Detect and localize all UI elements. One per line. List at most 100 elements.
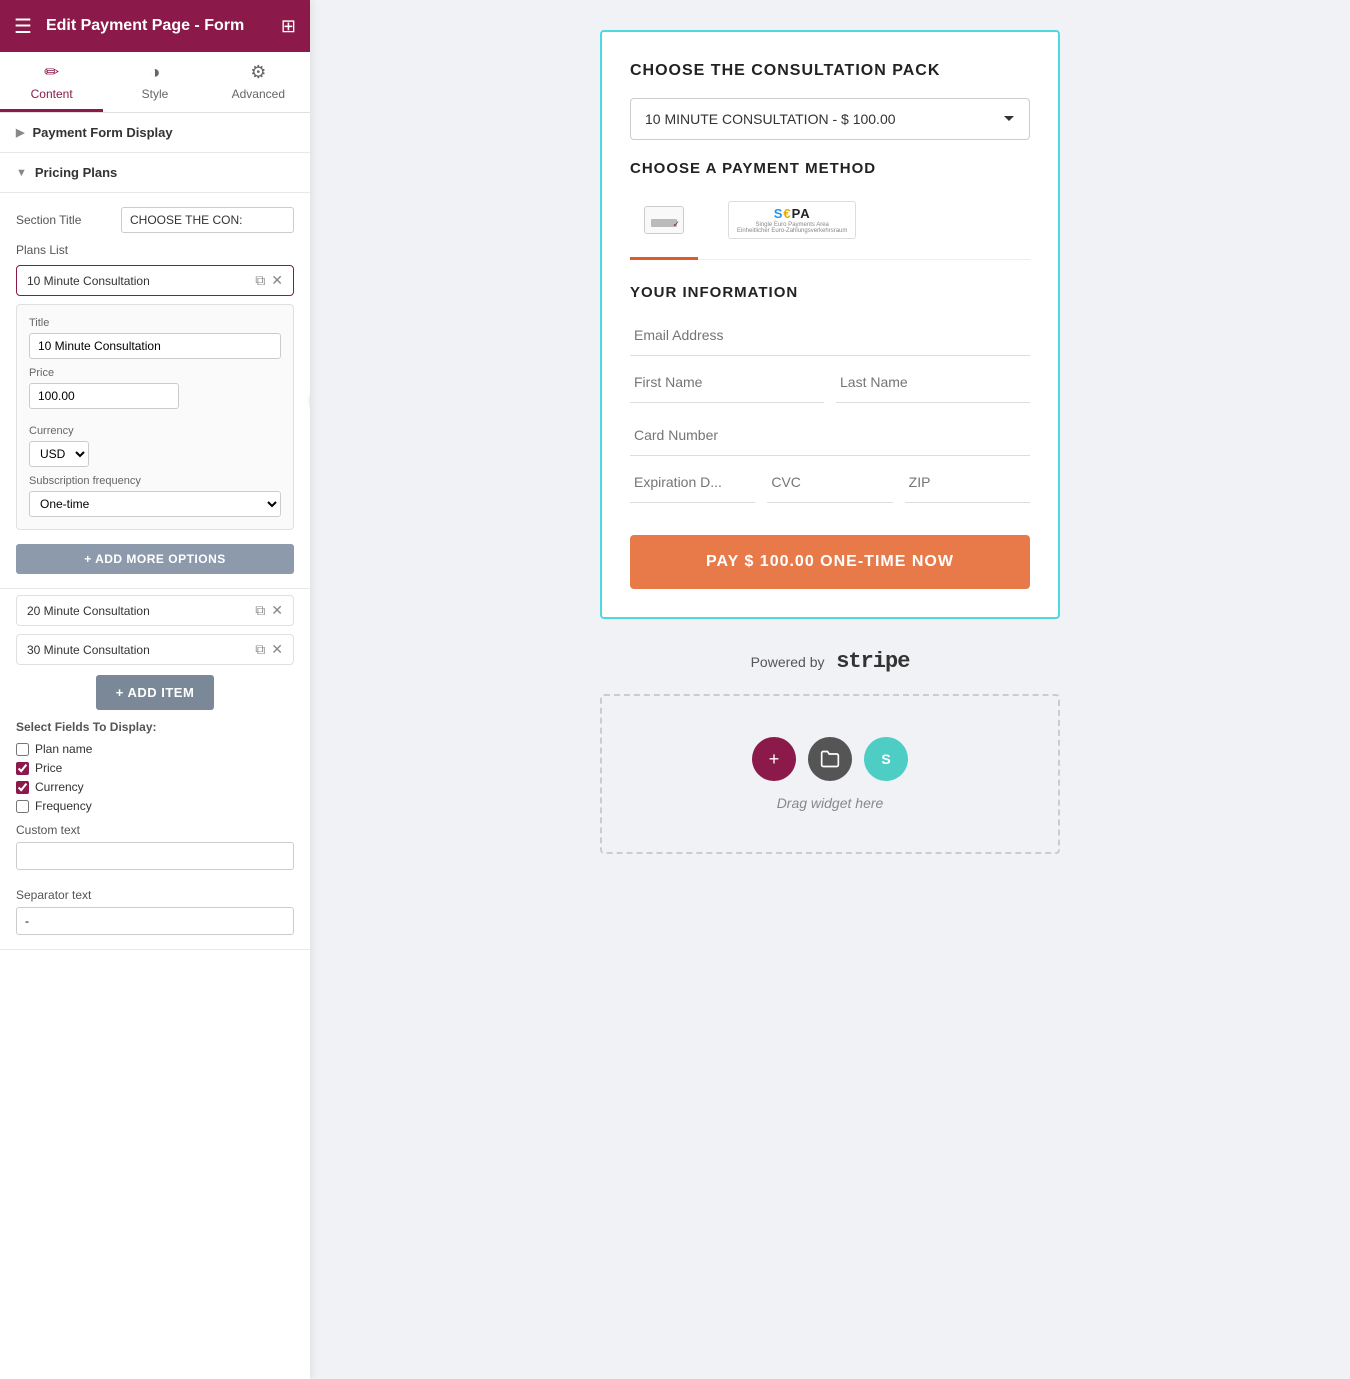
- section-title-input[interactable]: [121, 207, 294, 233]
- payment-method-title: CHOOSE A PAYMENT METHOD: [630, 160, 1030, 177]
- tab-advanced[interactable]: ⚙ Advanced: [207, 52, 310, 112]
- sepa-pa: PA: [792, 206, 811, 221]
- page-title: Edit Payment Page - Form: [46, 17, 267, 35]
- choose-pack-title: CHOOSE THE CONSULTATION PACK: [630, 62, 1030, 80]
- custom-text-input[interactable]: [16, 842, 294, 870]
- drag-text: Drag widget here: [777, 795, 884, 811]
- plan-1-delete-button[interactable]: ✕: [271, 272, 283, 289]
- plan-detail-box: Title Price Currency USD EUR GBP Subscri…: [16, 304, 294, 530]
- hamburger-icon[interactable]: ☰: [14, 14, 32, 39]
- expiry-field[interactable]: [630, 462, 755, 503]
- more-plans-section: 20 Minute Consultation ⧉ ✕ 30 Minute Con…: [0, 589, 310, 950]
- first-name-field[interactable]: [630, 362, 824, 403]
- subscription-select[interactable]: One-time Monthly Yearly: [29, 491, 281, 517]
- consultation-dropdown[interactable]: 10 MINUTE CONSULTATION - $ 100.00: [630, 98, 1030, 140]
- zip-field[interactable]: [905, 462, 1030, 503]
- plan-3-copy-button[interactable]: ⧉: [255, 641, 265, 658]
- plan-2-name: 20 Minute Consultation: [27, 604, 255, 618]
- widget-buttons: + S: [752, 737, 908, 781]
- sepa-badge: S€PA Single Euro Payments AreaEinheitlic…: [728, 201, 856, 239]
- add-item-button[interactable]: + ADD ITEM: [96, 675, 215, 710]
- plan-2-actions: ⧉ ✕: [255, 602, 283, 619]
- advanced-tab-label: Advanced: [232, 87, 285, 101]
- checkbox-currency[interactable]: Currency: [16, 780, 294, 794]
- tabs-bar: ✏ Content ◑ Style ⚙ Advanced: [0, 52, 310, 113]
- plan-item-1[interactable]: 10 Minute Consultation ⧉ ✕: [16, 265, 294, 296]
- price-section: Price: [29, 367, 179, 417]
- payment-method-sepa[interactable]: S€PA Single Euro Payments AreaEinheitlic…: [714, 193, 870, 247]
- sepa-s: S: [774, 206, 784, 221]
- checkbox-frequency[interactable]: Frequency: [16, 799, 294, 813]
- stripe-widget-button[interactable]: S: [864, 737, 908, 781]
- separator-text-label: Separator text: [16, 888, 294, 902]
- payment-method-card[interactable]: [630, 193, 698, 247]
- pricing-plans-content: Section Title Plans List 10 Minute Consu…: [0, 193, 310, 589]
- plan-1-actions: ⧉ ✕: [255, 272, 283, 289]
- payment-form-display-label: Payment Form Display: [32, 125, 172, 140]
- pricing-plans-header[interactable]: ▼ Pricing Plans: [0, 153, 310, 193]
- price-input[interactable]: [29, 383, 179, 409]
- checkbox-frequency-label: Frequency: [35, 799, 92, 813]
- tab-style[interactable]: ◑ Style: [103, 52, 206, 112]
- plan-item-2[interactable]: 20 Minute Consultation ⧉ ✕: [16, 595, 294, 626]
- pay-button[interactable]: PAY $ 100.00 ONE-TIME NOW: [630, 535, 1030, 589]
- folder-icon: [820, 749, 840, 769]
- checkbox-price-input[interactable]: [16, 762, 29, 775]
- left-panel: ☰ Edit Payment Page - Form ⊞ ✏ Content ◑…: [0, 0, 310, 1379]
- last-name-field[interactable]: [836, 362, 1030, 403]
- add-widget-button[interactable]: +: [752, 737, 796, 781]
- checkbox-plan-name-label: Plan name: [35, 742, 92, 756]
- custom-text-label: Custom text: [16, 823, 294, 837]
- checkbox-frequency-input[interactable]: [16, 800, 29, 813]
- folder-widget-button[interactable]: [808, 737, 852, 781]
- top-bar: ☰ Edit Payment Page - Form ⊞: [0, 0, 310, 52]
- advanced-tab-icon: ⚙: [250, 62, 266, 83]
- currency-label: Currency: [29, 425, 89, 437]
- payment-methods-row: S€PA Single Euro Payments AreaEinheitlic…: [630, 193, 1030, 260]
- content-tab-label: Content: [31, 87, 73, 101]
- plan-3-delete-button[interactable]: ✕: [271, 641, 283, 658]
- plan-3-actions: ⧉ ✕: [255, 641, 283, 658]
- plan-1-copy-button[interactable]: ⧉: [255, 272, 265, 289]
- subscription-label: Subscription frequency: [29, 475, 281, 487]
- right-panel: CHOOSE THE CONSULTATION PACK 10 MINUTE C…: [310, 0, 1350, 1379]
- checkbox-currency-label: Currency: [35, 780, 84, 794]
- sepa-badge-sub: Single Euro Payments AreaEinheitlicher E…: [737, 222, 847, 234]
- plan-item-3[interactable]: 30 Minute Consultation ⧉ ✕: [16, 634, 294, 665]
- tab-content[interactable]: ✏ Content: [0, 52, 103, 112]
- card-icon: [644, 206, 684, 234]
- stripe-text: stripe: [836, 649, 909, 674]
- card-number-field[interactable]: [630, 415, 1030, 456]
- section-title-label: Section Title: [16, 213, 113, 227]
- title-label: Title: [29, 317, 281, 329]
- currency-section: Currency USD EUR GBP: [29, 425, 89, 467]
- separator-text-input[interactable]: [16, 907, 294, 935]
- sepa-euro: €: [783, 206, 791, 221]
- cvc-field[interactable]: [767, 462, 892, 503]
- powered-by: Powered by stripe: [340, 649, 1320, 674]
- email-field[interactable]: [630, 315, 1030, 356]
- payment-form-display-header[interactable]: ▶ Payment Form Display: [0, 113, 310, 153]
- add-more-options-button[interactable]: + ADD MORE OPTIONS: [16, 544, 294, 574]
- widget-dropzone[interactable]: + S Drag widget here: [600, 694, 1060, 854]
- plan-title-input[interactable]: [29, 333, 281, 359]
- checkbox-plan-name-input[interactable]: [16, 743, 29, 756]
- checkbox-currency-input[interactable]: [16, 781, 29, 794]
- powered-by-text: Powered by: [751, 654, 825, 670]
- currency-select[interactable]: USD EUR GBP: [29, 441, 89, 467]
- plans-list-label: Plans List: [16, 243, 294, 257]
- style-tab-icon: ◑: [150, 62, 161, 83]
- plan-2-delete-button[interactable]: ✕: [271, 602, 283, 619]
- plan-1-name: 10 Minute Consultation: [27, 274, 255, 288]
- checkbox-price-label: Price: [35, 761, 62, 775]
- plan-2-copy-button[interactable]: ⧉: [255, 602, 265, 619]
- checkbox-plan-name[interactable]: Plan name: [16, 742, 294, 756]
- select-fields-label: Select Fields To Display:: [16, 720, 294, 734]
- grid-icon[interactable]: ⊞: [281, 16, 296, 37]
- subscription-section: Subscription frequency One-time Monthly …: [29, 475, 281, 517]
- pp-arrow-icon: ▼: [16, 167, 27, 179]
- checkbox-price[interactable]: Price: [16, 761, 294, 775]
- sepa-badge-title: S€PA: [774, 206, 811, 221]
- price-currency-row: Price Currency USD EUR GBP Subscription …: [29, 367, 281, 517]
- section-title-row: Section Title: [16, 207, 294, 233]
